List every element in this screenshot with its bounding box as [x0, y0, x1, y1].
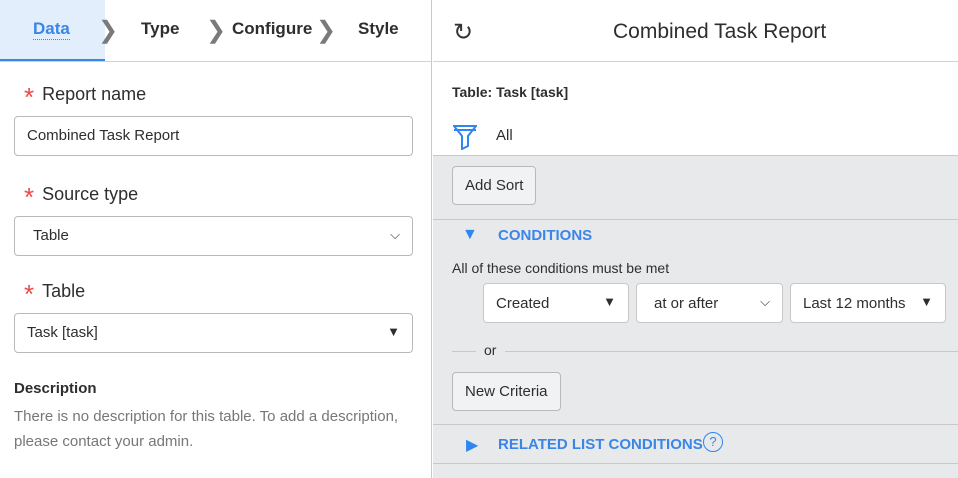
- table-info: Table: Task [task]: [452, 84, 569, 100]
- filter-label[interactable]: All: [496, 127, 513, 144]
- divider: [433, 463, 958, 464]
- select-value: Last 12 months: [803, 295, 906, 312]
- divider: [505, 351, 958, 352]
- step-configure[interactable]: Configure: [232, 19, 312, 39]
- caret-right-icon[interactable]: ▶: [466, 435, 478, 455]
- report-preview-panel: ↻ Combined Task Report Table: Task [task…: [433, 0, 958, 478]
- help-icon[interactable]: ?: [703, 432, 723, 452]
- select-value: Table: [33, 227, 69, 244]
- conditions-heading[interactable]: CONDITIONS: [498, 227, 592, 244]
- conditions-note: All of these conditions must be met: [452, 260, 670, 276]
- condition-operator-select[interactable]: at or after ⌵: [636, 283, 783, 323]
- divider: [433, 424, 958, 425]
- select-value: at or after: [654, 295, 719, 312]
- label-text: Table: [42, 281, 86, 301]
- wizard-steps: Data ❯ Type ❯ Configure ❯ Style: [0, 0, 431, 62]
- chevron-right-icon: ❯: [98, 17, 119, 44]
- or-label: or: [484, 342, 497, 358]
- caret-down-icon: ▼: [920, 294, 933, 309]
- label-text: Source type: [42, 184, 139, 204]
- table-label: * Table: [24, 279, 85, 310]
- chevron-down-icon: ⌵: [390, 227, 400, 242]
- description-heading: Description: [14, 380, 97, 397]
- divider: [452, 351, 476, 352]
- step-data[interactable]: Data: [33, 19, 70, 40]
- report-name-input[interactable]: Combined Task Report: [14, 116, 413, 156]
- condition-value-select[interactable]: Last 12 months ▼: [790, 283, 946, 323]
- select-value: Task [task]: [27, 324, 98, 341]
- chevron-down-icon: ⌵: [760, 294, 770, 309]
- filter-icon[interactable]: [453, 124, 477, 150]
- required-icon: *: [24, 182, 35, 212]
- step-style[interactable]: Style: [358, 19, 399, 39]
- chevron-right-icon: ❯: [316, 17, 337, 44]
- step-type[interactable]: Type: [141, 19, 179, 39]
- preview-header: ↻ Combined Task Report: [433, 0, 958, 62]
- table-select[interactable]: Task [task] ▼: [14, 313, 413, 353]
- new-criteria-button[interactable]: New Criteria: [452, 372, 561, 411]
- add-sort-button[interactable]: Add Sort: [452, 166, 537, 205]
- divider: [433, 219, 958, 220]
- refresh-icon[interactable]: ↻: [453, 18, 473, 47]
- input-value: Combined Task Report: [27, 127, 180, 144]
- condition-field-select[interactable]: Created ▼: [483, 283, 629, 323]
- report-title: Combined Task Report: [613, 20, 827, 43]
- report-name-label: * Report name: [24, 82, 146, 113]
- select-value: Created: [496, 295, 550, 312]
- caret-down-icon: ▼: [387, 324, 400, 339]
- report-config-panel: Data ❯ Type ❯ Configure ❯ Style * Report …: [0, 0, 432, 478]
- chevron-right-icon: ❯: [206, 17, 227, 44]
- required-icon: *: [24, 279, 35, 309]
- caret-down-icon: ▼: [603, 294, 616, 309]
- description-text: There is no description for this table. …: [14, 408, 399, 450]
- source-type-select[interactable]: Table ⌵: [14, 216, 413, 256]
- caret-down-icon[interactable]: ▼: [462, 226, 478, 244]
- source-type-label: * Source type: [24, 182, 138, 213]
- label-text: Report name: [42, 84, 147, 104]
- related-list-heading[interactable]: RELATED LIST CONDITIONS: [498, 436, 703, 453]
- required-icon: *: [24, 82, 35, 112]
